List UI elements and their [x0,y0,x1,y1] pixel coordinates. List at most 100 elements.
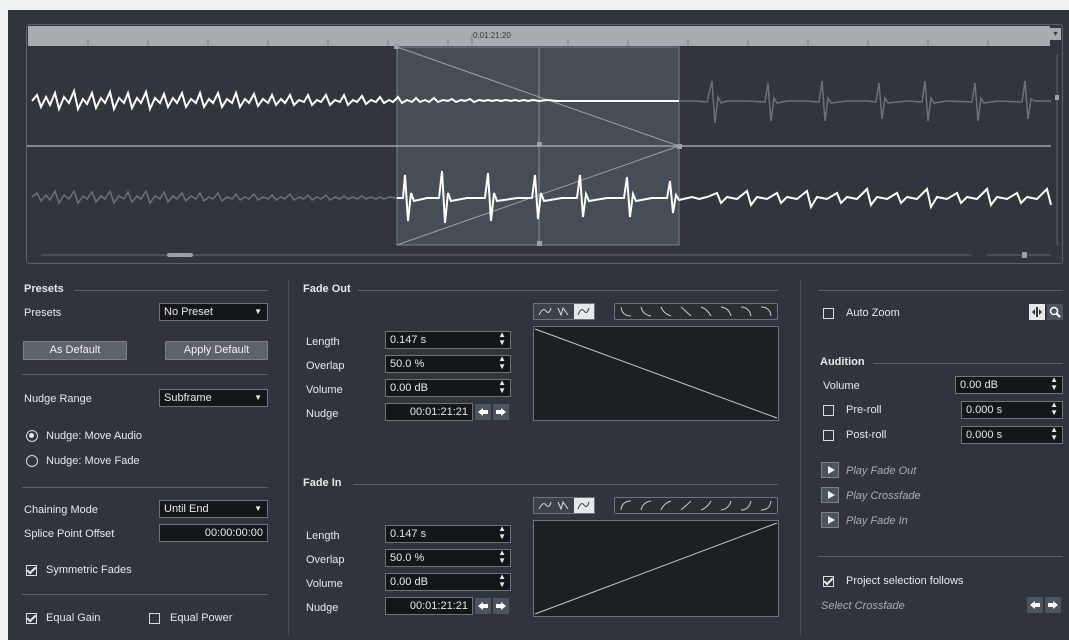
arrow-left-glyph [1030,601,1040,609]
fade-out-volume-input[interactable]: 0.00 dB ▲ ▼ [385,379,511,397]
presets-label: Presets [24,307,62,319]
splice-point-input[interactable]: 00:00:00:00 [159,524,268,542]
audition-title: Audition [820,356,865,368]
spin-arrows-icon: ▲ ▼ [498,379,506,395]
fade-out-nudge-input[interactable]: 00:01:21:21 [385,403,473,421]
fade-out-curve-type-buttons[interactable] [533,303,595,320]
play-fade-in-button[interactable] [821,512,839,528]
fade-out-length-label: Length [306,336,340,348]
postroll-label[interactable]: Post-roll [846,429,886,441]
fade-out-nudge-label: Nudge [306,408,339,420]
nudge-right-icon[interactable] [493,598,509,614]
nudge-right-icon[interactable] [493,404,509,420]
apply-default-button[interactable]: Apply Default [165,341,268,360]
divider-right [800,280,801,635]
fade-out-length-input[interactable]: 0.147 s ▲ ▼ [385,331,511,349]
nudge-move-audio-radio[interactable] [26,430,38,442]
as-default-button[interactable]: As Default [23,341,127,360]
zoom-fit-icon[interactable] [1029,304,1045,320]
select-crossfade-label: Select Crossfade [821,600,905,612]
fade-in-curve-graph[interactable] [533,520,779,617]
play-fade-out-button[interactable] [821,462,839,478]
equal-power-label[interactable]: Equal Power [170,612,232,624]
fade-out-curve-graph[interactable] [533,326,779,421]
magnifier-icon[interactable] [1047,304,1063,320]
fade-in-volume-value: 0.00 dB [390,576,428,588]
preroll-input[interactable]: 0.000 s ▲ ▼ [961,401,1063,419]
fade-in-length-label: Length [306,530,340,542]
fade-in-volume-input[interactable]: 0.00 dB ▲ ▼ [385,573,511,591]
fade-out-title-rule [358,290,778,291]
fade-in-curve-type-buttons[interactable] [533,497,595,514]
nudge-move-audio-label[interactable]: Nudge: Move Audio [46,430,142,442]
fade-out-curve-preset-icons [620,306,772,317]
symmetric-fades-label[interactable]: Symmetric Fades [46,564,132,576]
postroll-value: 0.000 s [966,429,1003,441]
chaining-mode-value: Until End [164,503,209,515]
spin-arrows-icon: ▲ ▼ [1050,401,1058,417]
arrow-right-glyph [496,408,506,416]
nudge-move-fade-label[interactable]: Nudge: Move Fade [46,455,140,467]
fade-out-overlap-label: Overlap [306,360,345,372]
fade-in-overlap-input[interactable]: 50.0 % ▲ ▼ [385,549,511,567]
select-crossfade-left-icon[interactable] [1027,597,1043,613]
fade-out-curve-presets[interactable] [614,303,778,320]
fade-out-volume-label: Volume [306,384,343,396]
fade-in-curve [534,522,778,615]
waveform-display[interactable]: 0:01:21:20 ▾ [26,24,1063,264]
presets-dropdown[interactable]: No Preset ▼ [159,303,268,321]
equal-gain-label[interactable]: Equal Gain [46,612,100,624]
project-selection-checkbox[interactable] [823,576,834,587]
nudge-move-fade-radio[interactable] [26,455,38,467]
nudge-left-icon[interactable] [475,404,491,420]
fade-out-length-value: 0.147 s [390,334,427,346]
dropdown-arrow-icon: ▼ [254,393,262,402]
presets-separator-3 [22,594,268,595]
chaining-mode-dropdown[interactable]: Until End ▼ [159,500,268,518]
auto-zoom-label[interactable]: Auto Zoom [846,307,900,319]
fade-out-curve [534,328,778,419]
audition-volume-value: 0.00 dB [960,379,998,391]
waveforms [27,44,1059,258]
nudge-range-dropdown[interactable]: Subframe ▼ [159,389,268,407]
fade-in-nudge-input[interactable]: 00:01:21:21 [385,597,473,615]
auto-zoom-checkbox[interactable] [823,308,834,319]
fade-out-title: Fade Out [303,283,351,295]
fade-out-volume-value: 0.00 dB [390,382,428,394]
play-crossfade-button[interactable] [821,487,839,503]
play-fade-out-label: Play Fade Out [846,465,917,477]
nudge-range-label: Nudge Range [24,393,92,405]
fade-in-overlap-value: 50.0 % [390,552,425,564]
select-crossfade-right-icon[interactable] [1045,597,1061,613]
postroll-checkbox[interactable] [823,430,834,441]
presets-dropdown-value: No Preset [164,306,213,318]
preroll-checkbox[interactable] [823,405,834,416]
equal-gain-checkbox[interactable] [26,613,37,624]
fade-in-volume-label: Volume [306,578,343,590]
audition-title-rule [873,363,1063,364]
project-selection-label[interactable]: Project selection follows [846,575,963,587]
chaining-mode-label: Chaining Mode [24,504,98,516]
spin-arrows-icon: ▲ ▼ [498,525,506,541]
symmetric-fades-checkbox[interactable] [26,565,37,576]
fade-in-length-input[interactable]: 0.147 s ▲ ▼ [385,525,511,543]
spin-arrows-icon: ▲ ▼ [498,355,506,371]
presets-separator-2 [22,487,268,488]
spin-arrows-icon: ▲ ▼ [1050,426,1058,442]
equal-power-checkbox[interactable] [149,613,160,624]
preroll-label[interactable]: Pre-roll [846,404,881,416]
audition-volume-label: Volume [823,380,860,392]
divider-left [288,280,289,635]
splice-point-label: Splice Point Offset [24,528,115,540]
fade-in-curve-presets[interactable] [614,497,778,514]
audition-volume-input[interactable]: 0.00 dB ▲ ▼ [955,376,1063,394]
fade-out-overlap-input[interactable]: 50.0 % ▲ ▼ [385,355,511,373]
spin-arrows-icon: ▲ ▼ [1050,376,1058,392]
fade-in-nudge-label: Nudge [306,602,339,614]
nudge-left-icon[interactable] [475,598,491,614]
curve-type-icons [538,498,594,513]
fade-in-title-rule [353,484,778,485]
play-crossfade-label: Play Crossfade [846,490,921,502]
curve-type-icons [538,304,594,319]
postroll-input[interactable]: 0.000 s ▲ ▼ [961,426,1063,444]
